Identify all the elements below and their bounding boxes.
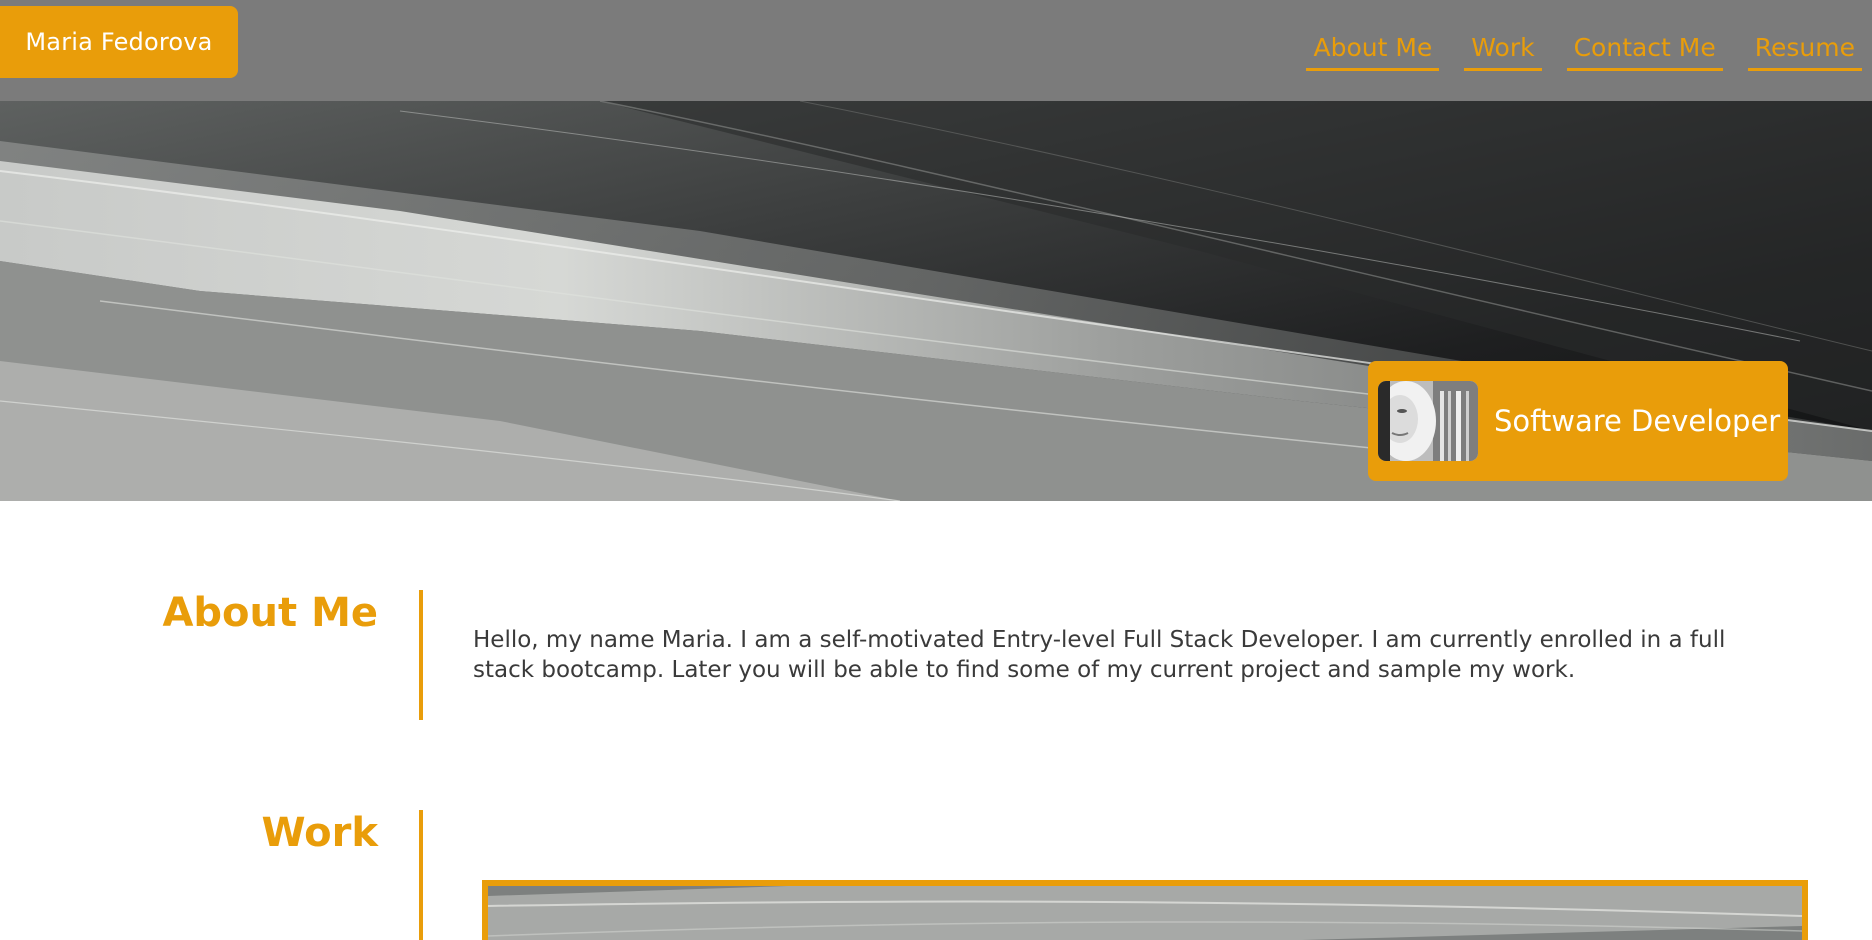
nav-link-work[interactable]: Work — [1464, 30, 1542, 71]
role-card: Software Developer — [1368, 361, 1788, 481]
site-header: Maria Fedorova About Me Work Contact Me … — [0, 0, 1872, 101]
nav-link-contact-me[interactable]: Contact Me — [1566, 30, 1723, 71]
brand-logo-name[interactable]: Maria Fedorova — [0, 6, 238, 78]
page: Maria Fedorova About Me Work Contact Me … — [0, 0, 1872, 940]
work-project-card[interactable] — [482, 880, 1808, 940]
avatar-photo — [1378, 381, 1478, 461]
work-project-image — [488, 886, 1802, 940]
work-heading: Work — [261, 810, 378, 856]
about-me-text: Hello, my name Maria. I am a self-motiva… — [473, 627, 1726, 683]
nav-link-resume[interactable]: Resume — [1747, 30, 1862, 71]
about-me-heading: About Me — [162, 590, 378, 636]
role-title: Software Developer — [1494, 404, 1781, 438]
avatar — [1378, 381, 1478, 461]
about-me-divider — [419, 590, 423, 720]
work-divider — [419, 810, 423, 940]
main-nav: About Me Work Contact Me Resume — [1306, 30, 1862, 71]
nav-link-about-me[interactable]: About Me — [1306, 30, 1440, 71]
